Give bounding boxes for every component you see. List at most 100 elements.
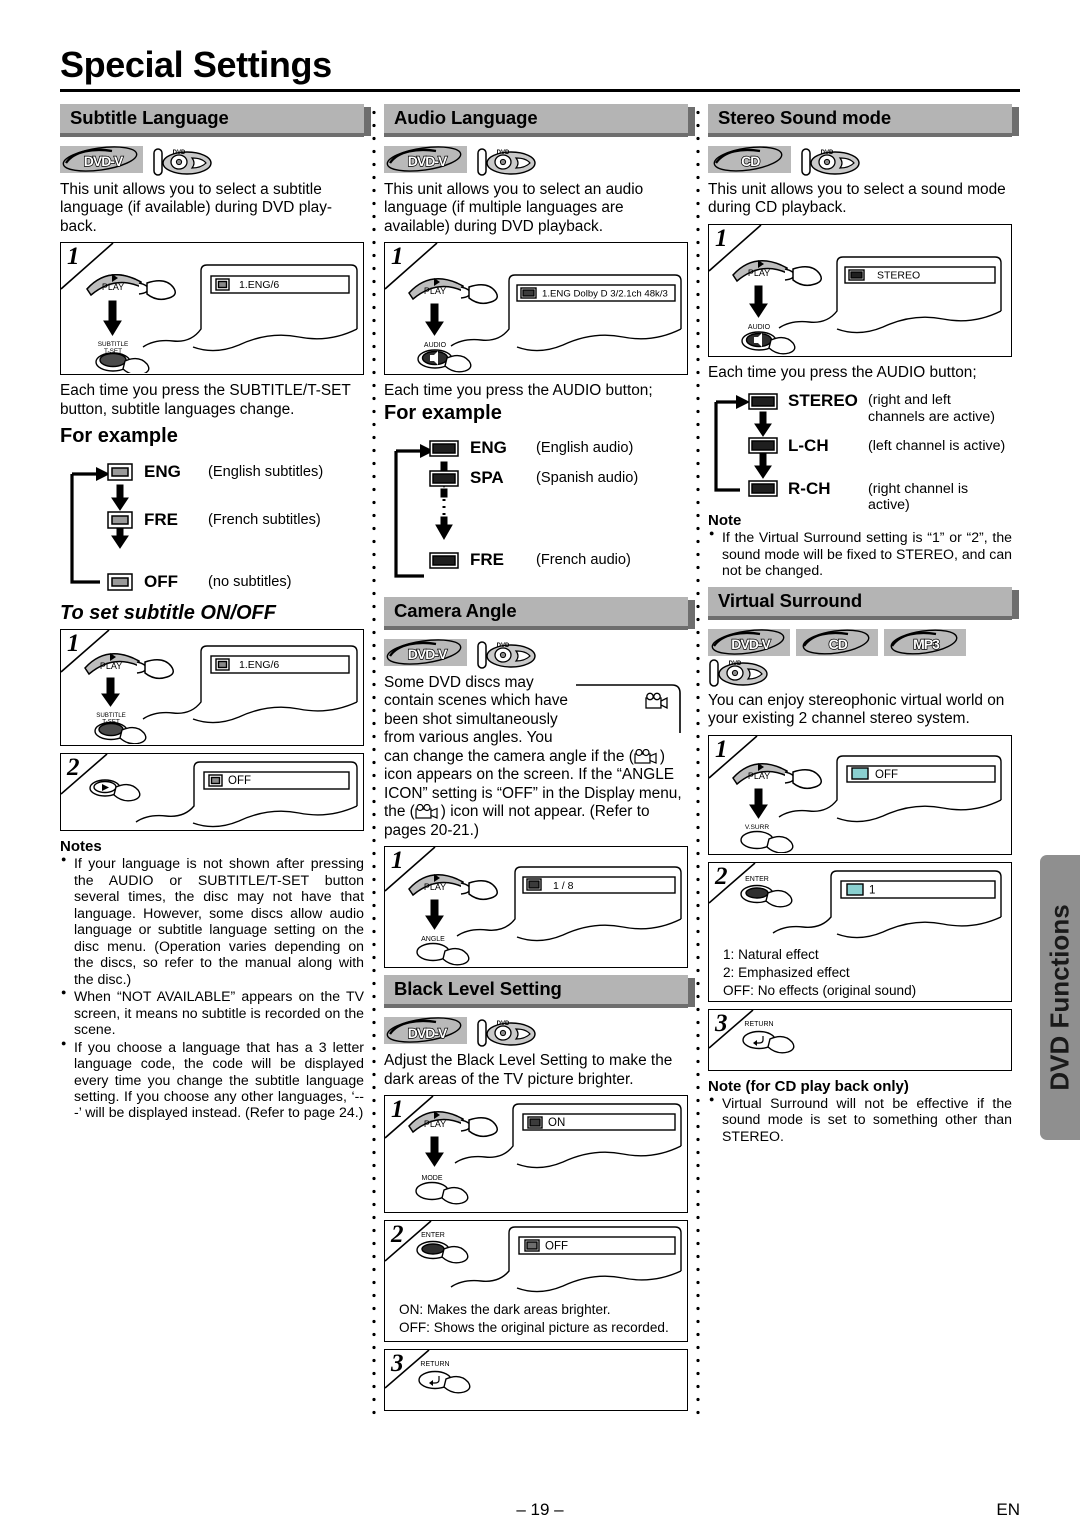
svg-text:1: 1: [869, 884, 875, 896]
disc-badge-row: CD DVD: [708, 145, 1012, 178]
svg-text:1 / 8: 1 / 8: [553, 880, 574, 892]
step-number: 1: [715, 224, 728, 252]
svg-text:ON: ON: [548, 1117, 565, 1129]
svg-text:SUBTITLE: SUBTITLE: [98, 341, 129, 348]
cycle-desc-0: (right and left channels are active): [868, 392, 995, 425]
black-level-intro: Adjust the Black Level Setting to make t…: [384, 1052, 673, 1088]
section-heading: Stereo Sound mode: [708, 103, 1019, 137]
cycle-desc-1: (French subtitles): [208, 512, 321, 529]
subtitle-onoff-step-1: 1 PLAY SUBTITLE T-SET 1.ENG/6: [60, 629, 364, 747]
black-level-legend-0: ON: Makes the dark areas brighter.: [399, 1302, 611, 1318]
three-column-layout: Subtitle Language DVD-V DVD This unit al…: [60, 103, 1020, 1419]
footer-page-number: – 19 –: [516, 1500, 564, 1519]
stereo-step-1: 1 PLAY AUDIO STEREO: [708, 223, 1012, 357]
svg-text:DVD: DVD: [497, 150, 510, 156]
step-number: 3: [715, 1009, 728, 1037]
badge-label: DVD-V: [407, 153, 448, 170]
virtual-surround-intro: You can enjoy stereophonic virtual world…: [708, 691, 1005, 728]
badge-label: MP3: [912, 635, 940, 653]
for-example-label: For example: [384, 401, 502, 424]
subtitle-intro-text: This unit allows you to select a subtitl…: [60, 180, 333, 235]
section-heading: Black Level Setting: [384, 975, 695, 1009]
disc-in-tray-icon: DVD: [153, 148, 212, 176]
camera-angle-intro: Some DVD discs may contain scenes which …: [384, 674, 688, 840]
cycle-name-0: STEREO: [788, 391, 858, 411]
column-divider: [364, 105, 384, 1419]
svg-text:OFF: OFF: [545, 1241, 568, 1253]
subtitle-step-1: 1 PLAY SUBTITLE T-SET 1.ENG/6: [60, 242, 364, 376]
cycle-desc-0: (English subtitles): [208, 464, 324, 481]
disc-icon-row: DVD: [708, 657, 1012, 689]
disc-in-tray-icon: DVD: [709, 658, 768, 687]
badge-mp3: MP3: [884, 628, 966, 656]
step-number: 1: [391, 1096, 404, 1124]
virtual-surround-step-2: 2 ENTER 1 1: Natural effect 2: Emphasize…: [708, 861, 1012, 1002]
badge-cd: CD: [708, 145, 791, 173]
badge-dvd-v: DVD-V: [60, 145, 143, 173]
disc-badge-row: DVD-V CD MP3: [708, 628, 1012, 656]
step-number: 1: [67, 243, 80, 271]
step-number: 2: [391, 1221, 404, 1249]
svg-text:AUDIO: AUDIO: [424, 342, 447, 349]
svg-text:DVD: DVD: [497, 643, 510, 649]
virtual-surround-step-3: 3 RETURN: [708, 1008, 1012, 1071]
column-divider: [688, 105, 708, 1419]
badge-label: DVD-V: [407, 1024, 448, 1041]
badge-dvd-v: DVD-V: [384, 145, 467, 173]
disc-in-tray-icon: DVD: [801, 148, 860, 176]
note-item: If you choose a language that has a 3 le…: [60, 1038, 364, 1121]
cycle-name-1: L-CH: [788, 436, 829, 456]
step-number: 1: [391, 847, 404, 875]
black-level-legend-1: OFF: Shows the original picture as recor…: [399, 1320, 669, 1336]
note-item: Virtual Surround will not be effective i…: [708, 1094, 1012, 1144]
virtual-surround-step-1: 1 PLAY V.SURR OFF: [708, 734, 1012, 855]
column-left: Subtitle Language DVD-V DVD This unit al…: [60, 103, 371, 1122]
section-virtual-surround: Virtual Surround: [708, 586, 1019, 620]
footer-language-code: EN: [996, 1500, 1020, 1519]
svg-text:MODE: MODE: [422, 1175, 443, 1182]
vsurround-legend-1: 2: Emphasized effect: [723, 965, 850, 981]
cycle-desc-1: (left channel is active): [868, 438, 1006, 455]
section-heading: Camera Angle: [384, 596, 695, 630]
black-level-step-1: 1 PLAY MODE ON: [384, 1095, 688, 1214]
angle-callout-icon: [576, 683, 681, 733]
badge-dvd-v: DVD-V: [708, 628, 790, 656]
cycle-name-0: ENG: [144, 462, 181, 482]
audio-step-1: 1 PLAY AUDIO 1.ENG Dolby D 3/2.1ch 48k/3: [384, 242, 688, 376]
cycle-desc-2: (right channel is active): [868, 481, 969, 514]
step-number: 1: [67, 630, 80, 658]
svg-text:V.SURR: V.SURR: [745, 824, 770, 831]
cycle-desc-2: (no subtitles): [208, 574, 292, 591]
column-middle: Audio Language DVD-V DVD This unit allow…: [384, 103, 695, 1418]
step-number: 1: [715, 735, 728, 763]
camera-angle-step-1: 1 PLAY ANGLE 1 / 8: [384, 846, 688, 969]
side-tab-label: DVD Functions: [1044, 904, 1075, 1091]
osd-value: 1.ENG/6: [239, 279, 279, 291]
audio-intro-text: This unit allows you to select an audio …: [384, 180, 644, 235]
step-number: 2: [715, 862, 728, 890]
section-heading: Audio Language: [384, 103, 695, 137]
subtitle-cycle-diagram: ENG (English subtitles) FRE (French subt…: [60, 452, 364, 594]
disc-badge-row: DVD-V DVD: [384, 638, 688, 671]
cycle-name-2: OFF: [144, 572, 178, 592]
step-number: 2: [67, 754, 80, 782]
badge-dvd-v: DVD-V: [384, 1017, 467, 1045]
cycle-desc-1: (Spanish audio): [536, 469, 639, 486]
disc-in-tray-icon: DVD: [477, 1019, 536, 1047]
section-stereo-sound: Stereo Sound mode: [708, 103, 1019, 137]
section-camera-angle: Camera Angle: [384, 596, 695, 630]
disc-badge-row: DVD-V DVD: [384, 145, 688, 178]
vsurround-legend-0: 1: Natural effect: [723, 946, 819, 962]
note-item: When “NOT AVAILABLE” appears on the TV s…: [60, 987, 364, 1037]
cycle-name-1: SPA: [470, 467, 504, 487]
svg-text:OFF: OFF: [875, 769, 898, 781]
vsurround-legend-2: OFF: No effects (original sound): [723, 983, 917, 999]
black-level-step-2: 2 ENTER OFF ON: Makes the dark areas bri…: [384, 1220, 688, 1343]
angle-icon-inline: [415, 804, 438, 820]
cycle-desc-2: (French audio): [536, 551, 631, 568]
cycle-desc-0: (English audio): [536, 439, 634, 456]
stereo-cycle-diagram: STEREO (right and left channels are acti…: [708, 386, 1012, 513]
svg-text:OFF: OFF: [228, 775, 251, 787]
audio-after-text: Each time you press the AUDIO button;: [384, 382, 653, 400]
svg-text:DVD: DVD: [173, 150, 186, 156]
